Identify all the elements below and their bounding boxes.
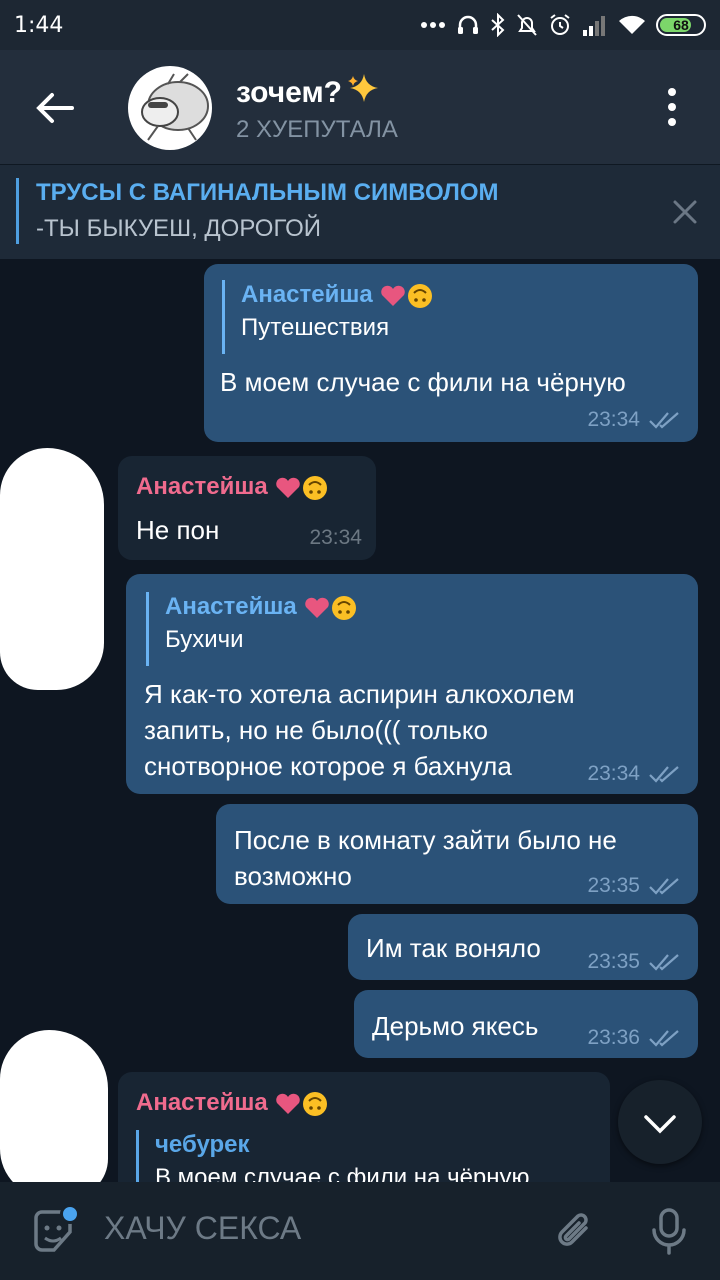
upside-down-face-emoji-icon bbox=[303, 475, 328, 500]
message-meta: 23:35 bbox=[587, 950, 682, 974]
status-icons: 68 bbox=[420, 10, 706, 40]
message-meta: 23:35 bbox=[587, 874, 682, 898]
battery-level: 68 bbox=[673, 17, 689, 33]
pinned-title: ТРУСЫ С ВАГИНАЛЬНЫМ СИМВОЛОМ bbox=[36, 179, 499, 206]
reply-text: Бухичи bbox=[165, 626, 244, 653]
message-meta: 23:34 bbox=[587, 408, 682, 432]
upside-down-face-emoji-icon bbox=[332, 595, 357, 620]
chat-avatar[interactable] bbox=[128, 66, 212, 150]
close-pinned-icon[interactable] bbox=[668, 195, 702, 229]
redaction-blob bbox=[0, 448, 104, 690]
reply-sender-name: Анастейша bbox=[241, 281, 373, 308]
reply-sender-name: Анастейша bbox=[165, 593, 297, 620]
battery-indicator: 68 bbox=[656, 14, 706, 36]
headphones-icon bbox=[458, 15, 478, 34]
message-bubble-outgoing[interactable]: Анастейша Путешествия В моем случае с фи… bbox=[204, 264, 698, 442]
read-checkmarks-icon bbox=[649, 1030, 679, 1047]
scroll-to-bottom-button[interactable] bbox=[618, 1080, 702, 1164]
bluetooth-icon bbox=[491, 13, 505, 37]
reply-sender: Анастейша bbox=[241, 280, 433, 310]
message-text: В моем случае с фили на чёрную bbox=[220, 367, 626, 397]
status-time: 1:44 bbox=[14, 13, 64, 38]
sparkles-icon bbox=[347, 74, 378, 102]
pinned-message[interactable]: ТРУСЫ С ВАГИНАЛЬНЫМ СИМВОЛОМ -ТЫ БЫКУЕШ,… bbox=[0, 164, 720, 259]
chat-title-text: зочем? bbox=[236, 76, 342, 109]
new-stickers-dot bbox=[60, 1204, 80, 1224]
message-text: Не пон bbox=[136, 515, 220, 545]
heart-emoji-icon bbox=[276, 477, 301, 498]
read-checkmarks-icon bbox=[649, 766, 679, 783]
message-bubble-outgoing[interactable]: Им так воняло 23:35 bbox=[348, 914, 698, 980]
chat-header: зочем? 2 ХУЕПУТАЛА bbox=[0, 50, 720, 164]
message-time: 23:34 bbox=[587, 408, 640, 431]
mute-bell-icon bbox=[517, 14, 537, 36]
message-bubble-outgoing[interactable]: Дерьмо якесь 23:36 bbox=[354, 990, 698, 1058]
chat-member-count: 2 ХУЕПУТАЛА bbox=[236, 116, 398, 143]
pinned-text: -ТЫ БЫКУЕШ, ДОРОГОЙ bbox=[36, 215, 322, 242]
message-bubble-incoming[interactable]: Анастейша Не пон 23:34 bbox=[118, 456, 376, 560]
sender-name: Анастейша bbox=[136, 473, 268, 500]
read-checkmarks-icon bbox=[649, 412, 679, 429]
paperclip-icon[interactable] bbox=[550, 1206, 600, 1256]
reply-sender: Анастейша bbox=[165, 592, 357, 622]
chat-title[interactable]: зочем? bbox=[236, 72, 380, 110]
message-text: После в комнату зайти было не возможно bbox=[234, 825, 617, 891]
message-text: Им так воняло bbox=[366, 933, 541, 963]
upside-down-face-emoji-icon bbox=[303, 1091, 328, 1116]
more-options-icon[interactable] bbox=[650, 82, 694, 132]
message-text: Дерьмо якесь bbox=[372, 1011, 539, 1041]
message-meta: 23:34 bbox=[309, 526, 362, 550]
heart-emoji-icon bbox=[381, 285, 406, 306]
chevron-down-icon bbox=[644, 1115, 676, 1134]
redaction-blob bbox=[0, 1030, 108, 1198]
message-time: 23:34 bbox=[587, 762, 640, 785]
message-meta: 23:34 bbox=[587, 762, 682, 786]
reply-preview[interactable]: Анастейша Бухичи bbox=[146, 592, 357, 666]
reply-text: Путешествия bbox=[241, 314, 390, 341]
read-checkmarks-icon bbox=[649, 878, 679, 895]
message-input-bar: ХАЧУ СЕКСА bbox=[0, 1182, 720, 1280]
message-bubble-outgoing[interactable]: После в комнату зайти было не возможно 2… bbox=[216, 804, 698, 904]
message-time: 23:35 bbox=[587, 874, 640, 897]
upside-down-face-emoji-icon bbox=[408, 283, 433, 308]
pinned-accent-bar bbox=[16, 178, 19, 244]
sender-name: Анастейша bbox=[136, 1089, 268, 1116]
signal-icon bbox=[583, 16, 605, 36]
avatar-drawing-icon bbox=[141, 73, 209, 141]
more-notifications-icon bbox=[421, 22, 445, 28]
wifi-icon bbox=[619, 15, 645, 34]
message-time: 23:35 bbox=[587, 950, 640, 973]
back-arrow-icon[interactable] bbox=[30, 83, 80, 133]
message-sender: Анастейша bbox=[136, 1088, 328, 1118]
message-time: 23:34 bbox=[309, 526, 362, 549]
message-text: Я как-то хотела аспирин алкохолем запить… bbox=[144, 679, 575, 781]
reply-sender-name: чебурек bbox=[155, 1131, 250, 1158]
alarm-icon bbox=[550, 14, 570, 35]
reply-preview[interactable]: Анастейша Путешествия bbox=[222, 280, 433, 354]
message-time: 23:36 bbox=[587, 1026, 640, 1049]
read-checkmarks-icon bbox=[649, 954, 679, 971]
heart-emoji-icon bbox=[305, 597, 330, 618]
message-bubble-outgoing[interactable]: Анастейша Бухичи Я как-то хотела аспирин… bbox=[126, 574, 698, 794]
message-input[interactable]: ХАЧУ СЕКСА bbox=[104, 1210, 301, 1247]
message-sender: Анастейша bbox=[136, 472, 328, 502]
microphone-icon[interactable] bbox=[644, 1206, 694, 1256]
status-bar: 1:44 68 bbox=[0, 0, 720, 50]
heart-emoji-icon bbox=[276, 1093, 301, 1114]
message-meta: 23:36 bbox=[587, 1026, 682, 1050]
